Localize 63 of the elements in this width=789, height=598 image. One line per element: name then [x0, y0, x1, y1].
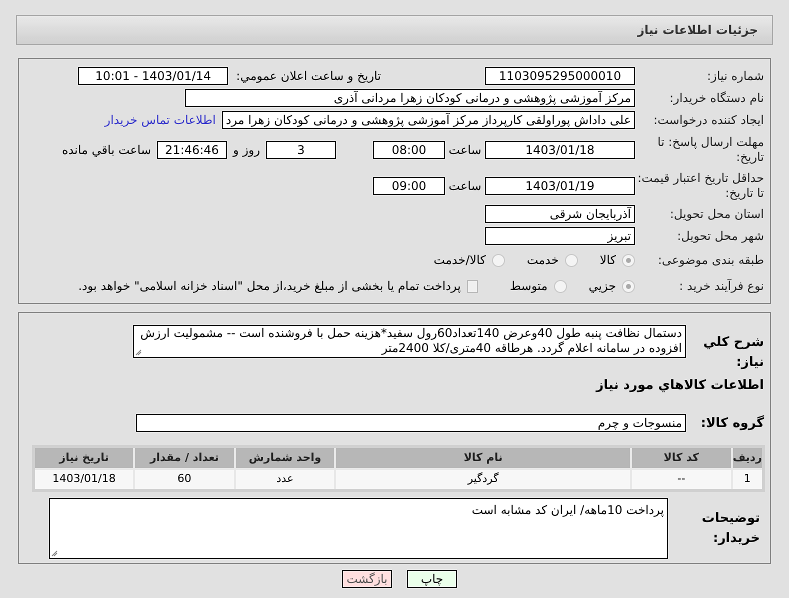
checkbox[interactable]	[466, 280, 478, 292]
table-cell: گردگیر	[335, 468, 632, 490]
table-cell: 1403/01/18	[34, 468, 134, 490]
text-field[interactable]: 09:00	[373, 177, 445, 195]
text-field[interactable]: 08:00	[373, 141, 445, 159]
option-label: متوسط	[510, 278, 548, 295]
text-field[interactable]: علی داداش پوراولقی کارپرداز مرکز آموزشی پژوهشی و درمانی کودکان زهرا مرد	[222, 111, 635, 129]
text-field[interactable]: منسوجات و چرم	[136, 414, 686, 432]
text-field[interactable]: 1403/01/18	[485, 141, 635, 159]
text-field[interactable]: مرکز آموزشی پژوهشی و درمانی کودکان زهرا مردانی آذری	[185, 89, 635, 107]
section-heading: اطلاعات کالاهاي مورد نیاز	[596, 377, 764, 395]
field-label: توضیحات خریدار:	[700, 510, 761, 548]
text-field[interactable]: 3	[266, 141, 336, 159]
column-header: واحد شمارش	[234, 446, 336, 468]
text-field[interactable]: آذربایجان شرقی	[485, 205, 635, 223]
column-header: ردیف	[732, 446, 764, 468]
field-label: تاریخ و ساعت اعلان عمومي:	[236, 68, 381, 85]
option-label: کالا/خدمت	[434, 252, 486, 269]
radio-button[interactable]	[564, 254, 578, 266]
radio-button[interactable]	[622, 280, 635, 292]
countdown-field[interactable]: 21:46:46	[157, 141, 227, 159]
table-cell: 60	[134, 468, 235, 490]
column-header: تاریخ نیاز	[34, 446, 134, 468]
text-field[interactable]: 1103095295000010	[485, 67, 635, 85]
treasury-note: پرداخت تمام یا بخشی از مبلغ خرید،از محل "اسناد خزانه اسلامی" خواهد بود.	[78, 278, 461, 295]
field-label: شماره نیاز:	[706, 68, 764, 84]
description-field[interactable]: دستمال نظافت پنبه طول 40وعرض 140تعداد60رول سفید*هزینه حمل با فروشنده است -- مشمولیت ارزش افزوده در سامانه اعلام گردد. هرطاقه 40متری/کلا 2400متر	[133, 325, 686, 358]
option-label: کالا	[600, 252, 616, 269]
field-label: نام دستگاه خریدار:	[668, 90, 764, 106]
table-cell: عدد	[234, 468, 336, 490]
field-label: نوع فرآیند خرید :	[678, 278, 764, 294]
option-label: خدمت	[526, 252, 559, 269]
field-label: شرح کلي نیاز:	[702, 334, 764, 372]
notes-field[interactable]: پرداخت 10ماهه/ ایران کد مشابه است	[49, 498, 668, 559]
column-header: تعداد / مقدار	[134, 446, 235, 468]
field-label: حداقل تاریخ اعتبار قیمت: تا تاریخ:	[636, 171, 764, 201]
column-header: کد کالا	[631, 446, 732, 468]
option-label: جزیي	[588, 278, 616, 295]
radio-button[interactable]	[622, 254, 635, 266]
print-button[interactable]: چاپ	[407, 570, 457, 588]
back-button[interactable]: بازگشت	[342, 570, 392, 588]
radio-button[interactable]	[492, 254, 505, 266]
table-cell: 1	[732, 468, 764, 490]
text-field[interactable]: تبریز	[485, 227, 635, 245]
field-label: ساعت	[448, 178, 482, 195]
field-label: مهلت ارسال پاسخ: تا تاریخ:	[656, 135, 764, 165]
field-label: شهر محل تحویل:	[676, 228, 764, 244]
field-label: ایجاد کننده درخواست:	[652, 112, 764, 128]
page-title: جزئیات اطلاعات نیاز	[637, 22, 758, 39]
field-label: طبقه بندی موضوعی:	[656, 252, 764, 268]
field-label: ساعت باقي مانده	[62, 142, 151, 159]
resize-grip-icon[interactable]	[135, 349, 142, 356]
buyer-contact-link[interactable]: اطلاعات تماس خریدار	[104, 111, 216, 129]
field-label: ساعت	[448, 142, 482, 159]
field-label: گروه کالا:	[700, 414, 764, 432]
text-field[interactable]: 1403/01/14 - 10:01	[78, 67, 228, 85]
field-label: روز و	[233, 142, 260, 159]
table-cell: --	[631, 468, 732, 490]
resize-grip-icon[interactable]	[51, 550, 58, 557]
column-header: نام کالا	[335, 446, 632, 468]
field-label: استان محل تحویل:	[668, 206, 764, 222]
text-field[interactable]: 1403/01/19	[485, 177, 635, 195]
radio-button[interactable]	[554, 280, 567, 292]
